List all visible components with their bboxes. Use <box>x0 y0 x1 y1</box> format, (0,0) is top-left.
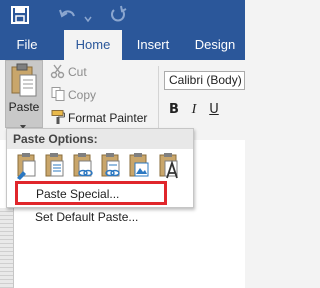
bold-button[interactable]: B <box>166 101 182 119</box>
tab-file[interactable]: File <box>10 30 44 60</box>
font-name-dropdown[interactable]: Calibri (Body) <box>164 71 245 90</box>
paste-clipboard-icon <box>11 63 37 97</box>
paste-options-menu: Paste Options: Paste Special... <box>6 128 194 208</box>
paste-label: Paste <box>8 100 40 114</box>
format-painter-button[interactable]: Format Painter <box>50 108 147 128</box>
group-divider <box>158 66 159 136</box>
redo-icon[interactable] <box>108 5 128 25</box>
keep-source-formatting-icon[interactable] <box>15 152 39 180</box>
format-painter-label: Format Painter <box>68 111 148 125</box>
merge-formatting-icon[interactable] <box>43 152 67 180</box>
picture-icon[interactable] <box>127 152 151 180</box>
scissors-icon <box>50 63 66 79</box>
cut-button[interactable]: Cut <box>50 62 87 82</box>
tab-insert[interactable]: Insert <box>130 30 176 60</box>
paintbrush-icon <box>50 109 66 125</box>
keep-text-only-icon[interactable] <box>157 152 181 180</box>
link-icon[interactable] <box>71 152 95 180</box>
copy-label: Copy <box>68 88 97 102</box>
paste-options-header: Paste Options: <box>7 129 193 149</box>
tab-home[interactable]: Home <box>64 30 122 60</box>
save-icon[interactable] <box>10 5 30 25</box>
paste-dropdown-icon[interactable] <box>19 117 27 129</box>
link-merge-icon[interactable] <box>99 152 123 180</box>
undo-dropdown-icon[interactable] <box>84 10 92 23</box>
tab-design[interactable]: Design <box>190 30 240 60</box>
copy-icon <box>50 86 66 102</box>
undo-icon[interactable] <box>58 6 78 24</box>
paste-special-menu-item[interactable]: Paste Special... <box>7 183 193 205</box>
set-default-paste-menu-item[interactable]: Set Default Paste... <box>6 206 192 228</box>
cut-label: Cut <box>68 65 87 79</box>
italic-button[interactable]: I <box>186 101 202 119</box>
ribbon-tab-bar: File Home Insert Design <box>0 30 245 60</box>
copy-button[interactable]: Copy <box>50 85 96 105</box>
title-bar <box>0 0 245 30</box>
underline-button[interactable]: U <box>206 101 222 119</box>
